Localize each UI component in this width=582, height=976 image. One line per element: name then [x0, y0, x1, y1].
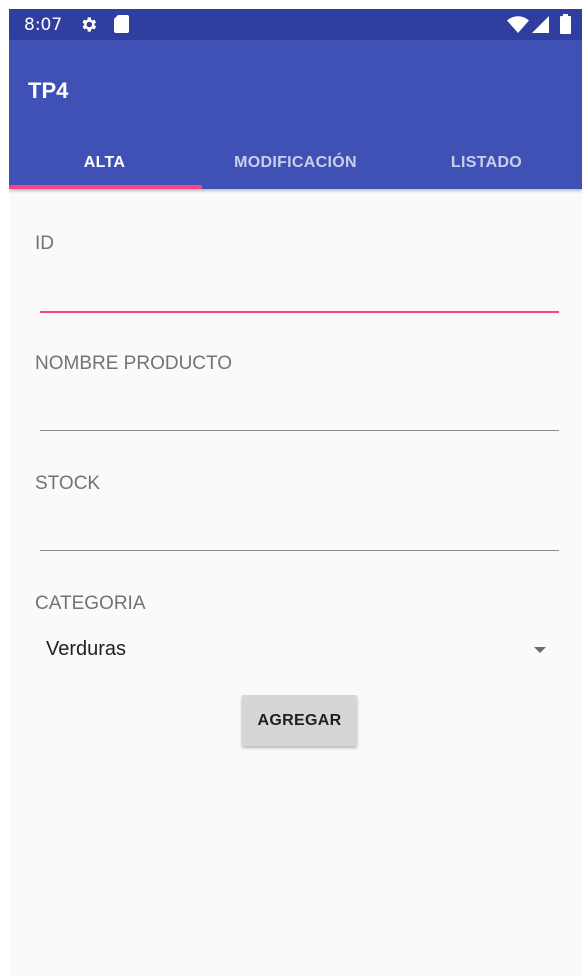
status-bar: 8:07	[9, 9, 582, 40]
tab-listado[interactable]: LISTADO	[391, 137, 582, 189]
gear-icon	[79, 15, 98, 39]
tab-alta[interactable]: ALTA	[9, 137, 200, 189]
tab-bar: ALTA MODIFICACIÓN LISTADO	[9, 137, 582, 189]
agregar-button[interactable]: AGREGAR	[242, 695, 357, 746]
signal-icon	[532, 16, 549, 38]
sd-card-icon	[114, 15, 129, 38]
tab-indicator	[9, 185, 202, 189]
status-time: 8:07	[24, 15, 63, 35]
id-input[interactable]	[40, 269, 559, 313]
app-title: TP4	[28, 78, 69, 103]
id-label: ID	[35, 233, 54, 254]
categoria-label: CATEGORIA	[35, 593, 146, 614]
battery-icon	[560, 14, 571, 39]
wifi-icon	[507, 16, 529, 38]
categoria-spinner[interactable]: Verduras	[35, 626, 559, 674]
stock-label: STOCK	[35, 473, 101, 494]
nombre-producto-input[interactable]	[40, 387, 559, 431]
categoria-selected-value: Verduras	[46, 638, 127, 660]
tab-modificacion[interactable]: MODIFICACIÓN	[200, 137, 391, 189]
app-bar: TP4 ALTA MODIFICACIÓN LISTADO	[9, 40, 582, 189]
nombre-producto-label: NOMBRE PRODUCTO	[35, 353, 233, 374]
stock-input[interactable]	[40, 507, 559, 551]
dropdown-arrow-icon	[534, 647, 546, 653]
device-screen: 8:07 TP4 ALTA MODIFICACIÓN LISTADO ID NO…	[9, 9, 582, 976]
